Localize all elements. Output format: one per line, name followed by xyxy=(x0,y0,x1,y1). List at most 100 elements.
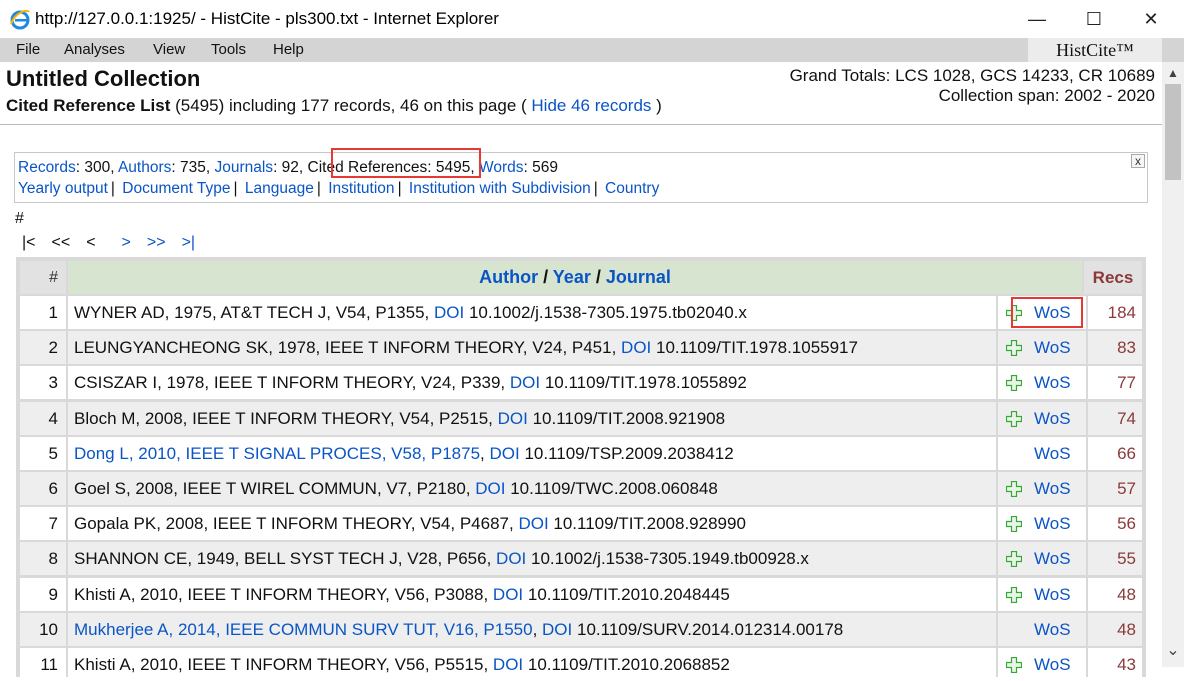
menu-view[interactable]: View xyxy=(153,41,185,58)
doi-link[interactable]: DOI xyxy=(542,620,572,639)
recs-count: 74 xyxy=(1088,401,1142,435)
wos-link[interactable]: WoS xyxy=(1034,366,1071,399)
table-row: 10 Mukherjee A, 2014, IEEE COMMUN SURV TU… xyxy=(20,612,1142,646)
doi-value: 10.1109/TIT.1978.1055892 xyxy=(540,373,747,393)
doi-link[interactable]: DOI xyxy=(493,655,523,674)
next-page-button[interactable]: > xyxy=(122,234,131,251)
add-record-plus-icon[interactable] xyxy=(1006,657,1022,673)
reference-cell: Mukherjee A, 2014, IEEE COMMUN SURV TUT,… xyxy=(68,612,996,646)
table-row: 4 Bloch M, 2008, IEEE T INFORM THEORY, V5… xyxy=(20,401,1142,435)
first-page-button[interactable]: |< xyxy=(22,234,36,252)
last-page-button[interactable]: >| xyxy=(182,234,196,251)
maximize-button[interactable]: ☐ xyxy=(1071,0,1117,38)
country-link[interactable]: Country xyxy=(605,180,659,197)
table-row: 7 Gopala PK, 2008, IEEE T INFORM THEORY, … xyxy=(20,507,1142,541)
pagination: |< << < > >> >| xyxy=(22,234,195,252)
wos-link[interactable]: WoS xyxy=(1034,648,1071,681)
language-link[interactable]: Language xyxy=(245,180,314,197)
action-cell: WoS xyxy=(998,507,1086,541)
reference-separator: , xyxy=(532,619,543,639)
wos-link[interactable]: WoS xyxy=(1034,613,1071,646)
wos-link[interactable]: WoS xyxy=(1034,507,1071,540)
reference-text: WYNER AD, 1975, AT&T TECH J, V54, P1355, xyxy=(74,303,434,322)
authors-value: : 735, xyxy=(171,159,215,176)
scroll-up-icon[interactable]: ▲ xyxy=(1166,66,1180,80)
next-many-button[interactable]: >> xyxy=(147,234,166,251)
add-record-plus-icon[interactable] xyxy=(1006,340,1022,357)
row-number: 10 xyxy=(20,612,66,646)
row-number: 11 xyxy=(20,648,66,681)
doi-link[interactable]: DOI xyxy=(475,479,505,498)
sort-by-year-link[interactable]: Year xyxy=(553,267,591,287)
wos-link[interactable]: WoS xyxy=(1034,402,1071,435)
doi-link[interactable]: DOI xyxy=(621,338,651,357)
doi-link[interactable]: DOI xyxy=(434,303,464,322)
prev-page-button[interactable]: < xyxy=(86,234,95,252)
reference-cell: LEUNGYANCHEONG SK, 1978, IEEE T INFORM T… xyxy=(68,331,996,365)
add-record-plus-icon[interactable] xyxy=(1006,481,1022,497)
institution-link[interactable]: Institution xyxy=(328,180,394,197)
journals-link[interactable]: Journals xyxy=(214,159,273,176)
close-summary-button[interactable]: x xyxy=(1131,154,1145,168)
words-link[interactable]: Words xyxy=(479,159,524,176)
add-record-plus-icon[interactable] xyxy=(1006,516,1022,533)
prev-many-button[interactable]: << xyxy=(52,234,71,252)
window-title: http://127.0.0.1:1925/ - HistCite - pls3… xyxy=(35,9,499,28)
totals-block: Grand Totals: LCS 1028, GCS 14233, CR 10… xyxy=(790,66,1155,106)
reference-link[interactable]: Dong L, 2010, IEEE T SIGNAL PROCES, V58,… xyxy=(74,444,480,463)
row-number: 9 xyxy=(20,577,66,611)
sort-by-journal-link[interactable]: Journal xyxy=(606,267,671,287)
row-number: 6 xyxy=(20,472,66,505)
doi-link[interactable]: DOI xyxy=(493,585,523,604)
document-type-link[interactable]: Document Type xyxy=(122,180,230,197)
menu-file[interactable]: File xyxy=(16,41,40,58)
doi-value: 10.1109/SURV.2014.012314.00178 xyxy=(572,619,844,639)
menu-tools[interactable]: Tools xyxy=(211,41,246,58)
reference-cell: Khisti A, 2010, IEEE T INFORM THEORY, V5… xyxy=(68,577,996,611)
records-link[interactable]: Records xyxy=(18,159,76,176)
collection-title: Untitled Collection xyxy=(6,66,201,91)
hash-anchor: # xyxy=(15,210,24,227)
vertical-scrollbar[interactable]: ▲ ⌄ xyxy=(1162,62,1184,667)
doi-value: 10.1109/TWC.2008.060848 xyxy=(505,479,718,498)
reference-link[interactable]: Mukherjee A, 2014, IEEE COMMUN SURV TUT,… xyxy=(74,620,533,639)
add-record-plus-icon[interactable] xyxy=(1006,551,1022,568)
wos-link[interactable]: WoS xyxy=(1034,472,1071,505)
reference-cell: WYNER AD, 1975, AT&T TECH J, V54, P1355,… xyxy=(68,296,996,329)
scroll-thumb[interactable] xyxy=(1165,84,1181,180)
yearly-output-link[interactable]: Yearly output xyxy=(18,180,108,197)
row-number: 5 xyxy=(20,436,66,470)
sort-by-recs-link[interactable]: Recs xyxy=(1084,261,1142,294)
doi-value: 10.1109/TIT.2008.928990 xyxy=(548,514,746,534)
table-row: 8 SHANNON CE, 1949, BELL SYST TECH J, V28… xyxy=(20,542,1142,576)
authors-link[interactable]: Authors xyxy=(118,159,171,176)
menu-bar: File Analyses View Tools Help xyxy=(0,38,1184,62)
wos-link[interactable]: WoS xyxy=(1034,331,1071,364)
menu-help[interactable]: Help xyxy=(273,41,304,58)
minimize-button[interactable]: — xyxy=(1014,0,1060,38)
action-cell: WoS xyxy=(998,366,1086,400)
action-cell: WoS xyxy=(998,436,1086,470)
doi-link[interactable]: DOI xyxy=(510,373,540,392)
add-record-plus-icon[interactable] xyxy=(1006,410,1022,427)
reference-cell: Bloch M, 2008, IEEE T INFORM THEORY, V54… xyxy=(68,401,996,435)
menu-analyses[interactable]: Analyses xyxy=(64,41,125,58)
hide-records-link[interactable]: Hide 46 records xyxy=(531,96,651,115)
doi-link[interactable]: DOI xyxy=(489,444,519,463)
cited-reference-subtitle: Cited Reference List (5495) including 17… xyxy=(6,96,662,116)
wos-link[interactable]: WoS xyxy=(1034,578,1071,611)
doi-link[interactable]: DOI xyxy=(496,549,526,568)
reference-cell: CSISZAR I, 1978, IEEE T INFORM THEORY, V… xyxy=(68,366,996,400)
action-cell: WoS xyxy=(998,648,1086,681)
wos-link[interactable]: WoS xyxy=(1034,437,1071,470)
close-window-button[interactable]: ✕ xyxy=(1128,0,1174,38)
wos-link[interactable]: WoS xyxy=(1034,542,1071,575)
doi-link[interactable]: DOI xyxy=(518,514,548,533)
sort-by-author-link[interactable]: Author xyxy=(479,267,538,287)
institution-subdivision-link[interactable]: Institution with Subdivision xyxy=(409,180,591,197)
recs-count: 57 xyxy=(1088,472,1142,505)
add-record-plus-icon[interactable] xyxy=(1006,586,1022,603)
add-record-plus-icon[interactable] xyxy=(1006,375,1022,392)
scroll-down-icon[interactable]: ⌄ xyxy=(1166,643,1180,659)
doi-link[interactable]: DOI xyxy=(498,409,528,428)
